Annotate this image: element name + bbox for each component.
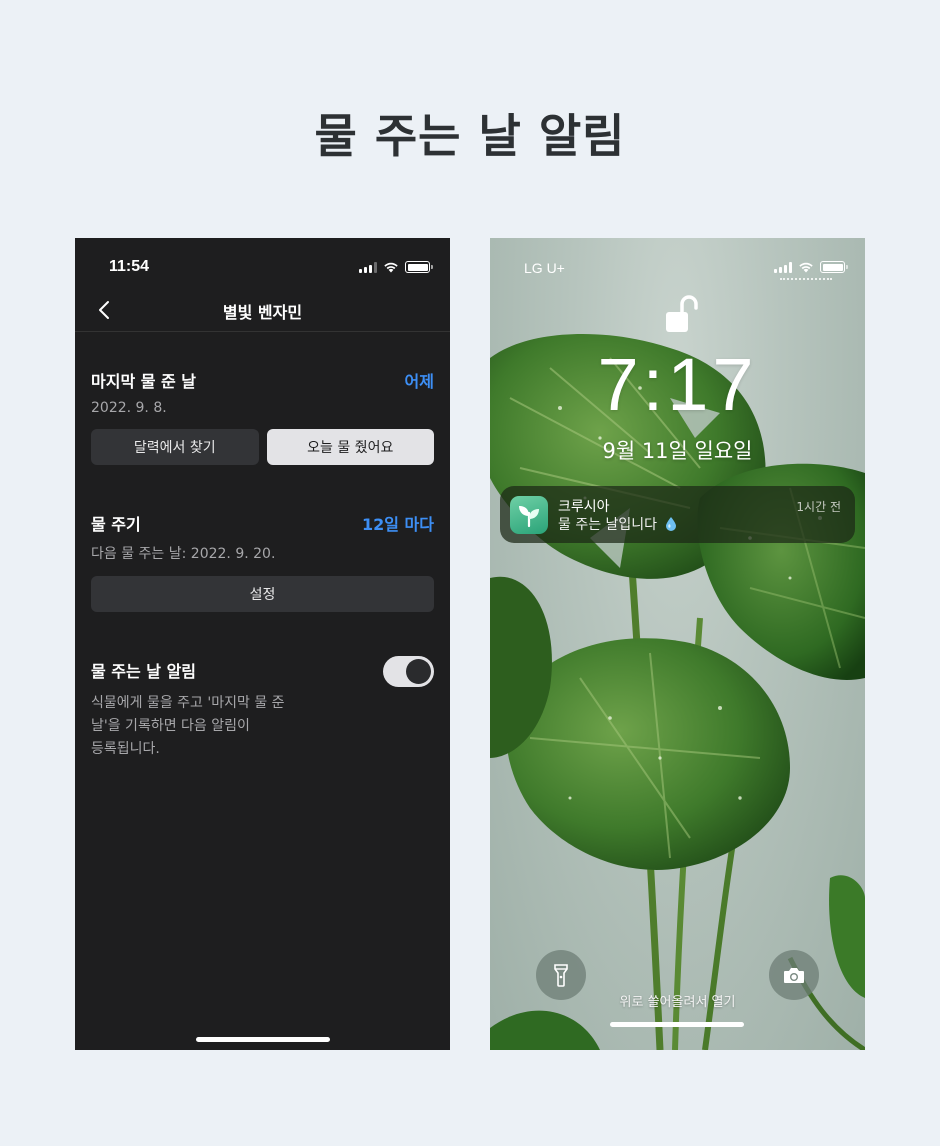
watering-cycle-title: 물 주기 bbox=[91, 515, 141, 534]
unlocked-padlock-icon bbox=[666, 295, 698, 332]
cellular-signal-icon bbox=[359, 262, 377, 273]
carrier-name: LG U+ bbox=[524, 260, 565, 276]
watered-today-button[interactable]: 오늘 물 줬어요 bbox=[266, 429, 434, 465]
reminder-toggle[interactable] bbox=[383, 656, 434, 687]
cycle-settings-button[interactable]: 설정 bbox=[91, 576, 434, 612]
lock-date: 9월 11일 일요일 bbox=[602, 439, 753, 463]
last-watered-title: 마지막 물 준 날 bbox=[91, 372, 197, 391]
reminder-section: 물 주는 날 알림 식물에게 물을 주고 '마지막 물 준 날'을 기록하면 다… bbox=[91, 656, 434, 761]
cellular-signal-icon bbox=[774, 262, 792, 273]
swipe-up-hint: 위로 쓸어올려서 열기 bbox=[619, 995, 736, 1010]
flashlight-icon bbox=[554, 964, 568, 987]
plant-detail-screen: 11:54 별빛 벤자민 마지막 물 준 날 어제 2022. 9. 8. 달력… bbox=[75, 238, 450, 1050]
app-icon bbox=[510, 496, 548, 534]
reminder-description-line: 식물에게 물을 주고 '마지막 물 준 bbox=[91, 695, 285, 711]
status-bar-time: 11:54 bbox=[109, 258, 150, 275]
notification-message: 물 주는 날입니다 bbox=[558, 517, 658, 533]
wifi-icon bbox=[799, 262, 813, 273]
reminder-description-line: 날'을 기록하면 다음 알림이 bbox=[91, 718, 250, 735]
find-in-calendar-button[interactable]: 달력에서 찾기 bbox=[91, 429, 259, 465]
navigation-bar: 별빛 벤자민 bbox=[75, 288, 450, 332]
lock-clock: 7:17 bbox=[597, 343, 758, 426]
notification-app-name: 크루시아 bbox=[558, 499, 610, 515]
wifi-icon bbox=[384, 262, 398, 273]
plant-name-title: 별빛 벤자민 bbox=[222, 303, 303, 322]
home-indicator bbox=[196, 1037, 330, 1042]
last-watered-date: 2022. 9. 8. bbox=[91, 400, 167, 416]
push-notification[interactable]: 크루시아 1시간 전 물 주는 날입니다 bbox=[500, 486, 855, 543]
battery-icon bbox=[820, 261, 848, 273]
next-watering-date: 다음 물 주는 날: 2022. 9. 20. bbox=[91, 546, 276, 562]
water-drop-icon bbox=[665, 517, 676, 531]
last-watered-section: 마지막 물 준 날 어제 2022. 9. 8. 달력에서 찾기 오늘 물 줬어… bbox=[91, 368, 434, 465]
control-center-hint bbox=[780, 278, 832, 280]
page-title: 물 주는 날 알림 bbox=[314, 109, 626, 163]
home-indicator[interactable] bbox=[610, 1022, 744, 1027]
camera-icon bbox=[784, 968, 804, 983]
toggle-knob bbox=[406, 659, 431, 684]
status-bar-icons bbox=[359, 261, 433, 273]
watering-cycle-value: 12일 마다 bbox=[362, 515, 434, 534]
notification-time: 1시간 전 bbox=[796, 500, 841, 514]
seedling-icon bbox=[519, 506, 539, 528]
reminder-description-line: 등록됩니다. bbox=[91, 741, 160, 758]
notification-message-row: 물 주는 날입니다 bbox=[558, 514, 676, 534]
status-bar-icons bbox=[774, 261, 848, 273]
last-watered-value: 어제 bbox=[404, 372, 434, 391]
watering-cycle-section: 물 주기 12일 마다 다음 물 주는 날: 2022. 9. 20. 설정 bbox=[91, 511, 434, 612]
lock-screen: LG U+ 7:17 9월 11일 일요일 크루시아 1시간 전 물 주는 날입… bbox=[490, 238, 865, 1050]
reminder-description: 식물에게 물을 주고 '마지막 물 준 날'을 기록하면 다음 알림이 등록됩니… bbox=[91, 692, 321, 761]
battery-icon bbox=[405, 261, 433, 273]
